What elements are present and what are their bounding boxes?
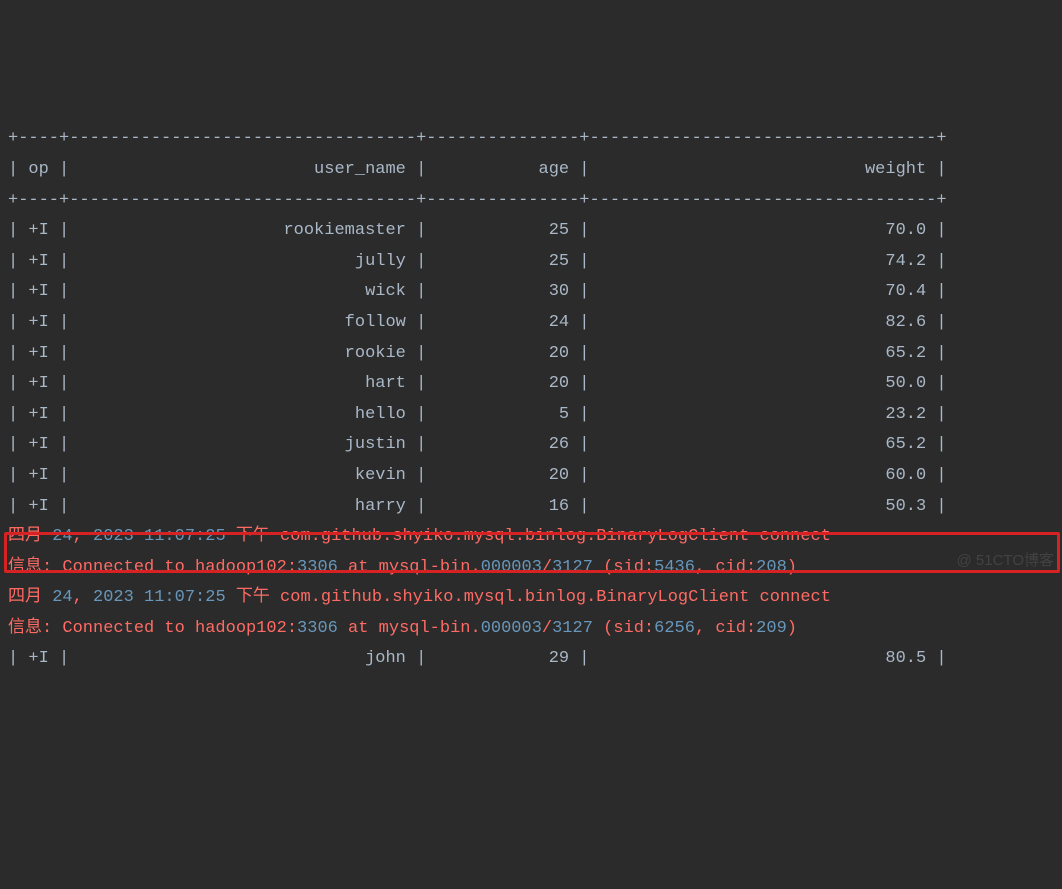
cell-age: 5 — [436, 405, 569, 424]
cell-user-name: john — [79, 649, 405, 668]
cell-weight: 80.5 — [600, 649, 926, 668]
cell-user-name: hello — [79, 405, 405, 424]
table-row: | +I | kevin | 20 | 60.0 | — [8, 461, 1062, 492]
cell-age: 20 — [436, 374, 569, 393]
cell-weight: 65.2 — [600, 435, 926, 454]
cell-op: +I — [28, 435, 48, 454]
cell-age: 29 — [436, 649, 569, 668]
table-row: | +I | john | 29 | 80.5 | — [8, 644, 1062, 675]
table-row: | +I | hart | 20 | 50.0 | — [8, 369, 1062, 400]
cell-op: +I — [28, 374, 48, 393]
table-row: | +I | follow | 24 | 82.6 | — [8, 308, 1062, 339]
cell-weight: 60.0 — [600, 466, 926, 485]
table-row: | +I | harry | 16 | 50.3 | — [8, 492, 1062, 523]
col-weight: weight — [600, 160, 926, 179]
cell-user-name: rookiemaster — [79, 221, 405, 240]
log-info-line: 信息: Connected to hadoop102:3306 at mysql… — [8, 614, 1062, 645]
table-row: | +I | jully | 25 | 74.2 | — [8, 247, 1062, 278]
cell-user-name: harry — [79, 497, 405, 516]
cell-op: +I — [28, 344, 48, 363]
cell-weight: 74.2 — [600, 252, 926, 271]
cell-user-name: jully — [79, 252, 405, 271]
table-row: | +I | hello | 5 | 23.2 | — [8, 400, 1062, 431]
cell-user-name: wick — [79, 282, 405, 301]
table-border: +----+----------------------------------… — [8, 124, 1062, 155]
cell-op: +I — [28, 313, 48, 332]
cell-weight: 50.0 — [600, 374, 926, 393]
cell-age: 24 — [436, 313, 569, 332]
cell-weight: 50.3 — [600, 497, 926, 516]
cell-op: +I — [28, 649, 48, 668]
cell-user-name: rookie — [79, 344, 405, 363]
cell-age: 26 — [436, 435, 569, 454]
col-user-name: user_name — [79, 160, 405, 179]
cell-age: 16 — [436, 497, 569, 516]
cell-age: 25 — [436, 221, 569, 240]
cell-age: 20 — [436, 344, 569, 363]
cell-weight: 65.2 — [600, 344, 926, 363]
log-info-line: 信息: Connected to hadoop102:3306 at mysql… — [8, 553, 1062, 584]
log-connect-line: 四月 24, 2023 11:07:25 下午 com.github.shyik… — [8, 583, 1062, 614]
cell-weight: 82.6 — [600, 313, 926, 332]
col-age: age — [436, 160, 569, 179]
table-border: +----+----------------------------------… — [8, 186, 1062, 217]
table-row: | +I | rookiemaster | 25 | 70.0 | — [8, 216, 1062, 247]
cell-user-name: kevin — [79, 466, 405, 485]
cell-op: +I — [28, 252, 48, 271]
table-row: | +I | rookie | 20 | 65.2 | — [8, 339, 1062, 370]
table-row: | +I | wick | 30 | 70.4 | — [8, 277, 1062, 308]
cell-age: 30 — [436, 282, 569, 301]
cell-user-name: follow — [79, 313, 405, 332]
cell-op: +I — [28, 466, 48, 485]
table-header: | op | user_name | age | weight | — [8, 155, 1062, 186]
cell-weight: 23.2 — [600, 405, 926, 424]
cell-user-name: justin — [79, 435, 405, 454]
table-row: | +I | justin | 26 | 65.2 | — [8, 430, 1062, 461]
cell-age: 25 — [436, 252, 569, 271]
cell-age: 20 — [436, 466, 569, 485]
cell-op: +I — [28, 497, 48, 516]
terminal-output: +----+----------------------------------… — [0, 122, 1062, 675]
cell-op: +I — [28, 405, 48, 424]
log-connect-line: 四月 24, 2023 11:07:25 下午 com.github.shyik… — [8, 522, 1062, 553]
cell-op: +I — [28, 282, 48, 301]
col-op: op — [28, 160, 48, 179]
cell-weight: 70.0 — [600, 221, 926, 240]
cell-user-name: hart — [79, 374, 405, 393]
cell-op: +I — [28, 221, 48, 240]
cell-weight: 70.4 — [600, 282, 926, 301]
